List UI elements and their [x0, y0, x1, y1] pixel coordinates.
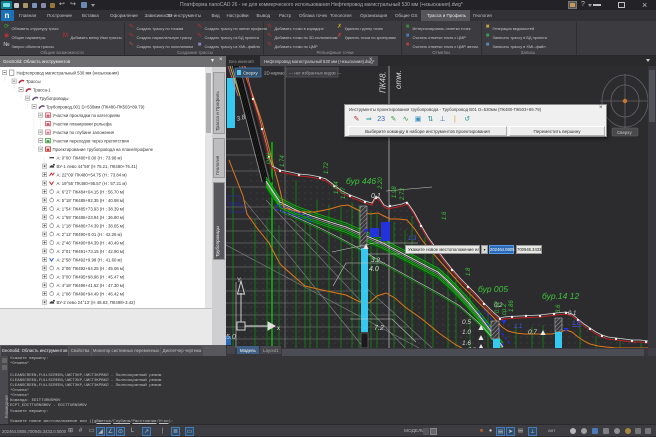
svg-text:Участки планировки рельефа: Участки планировки рельефа	[53, 121, 113, 126]
svg-text:Участки переходов через препят: Участки переходов через препятствия	[53, 138, 130, 143]
svg-text:Сверху: Сверху	[243, 71, 258, 76]
svg-text:А: 6°27' ПК484+04.15 (Н : 56.7: А: 6°27' ПК484+04.15 (Н : 56.70 м)	[57, 189, 125, 194]
svg-text:5.0: 5.0	[226, 334, 236, 341]
svg-text:0.7: 0.7	[528, 329, 537, 336]
svg-text:1.1: 1.1	[514, 324, 522, 330]
svg-text:А: 2°58' ПК492+9.98 (Н : 41.60: А: 2°58' ПК492+9.98 (Н : 41.60 м)	[57, 257, 123, 262]
svg-text:3.6: 3.6	[556, 304, 562, 313]
svg-text:А: 2°01' ПК491+73.15 (Н : 42.9: А: 2°01' ПК491+73.15 (Н : 42.90 м)	[57, 249, 125, 254]
svg-text:Сверху: Сверху	[617, 130, 632, 135]
svg-text:А: 1°59' ПК486+23.94 (Н : 36.8: А: 1°59' ПК486+23.94 (Н : 36.80 м)	[57, 215, 125, 220]
svg-text:Трубопровод,001 D=530мм (ПК480: Трубопровод,001 D=530мм (ПК480-ПК503+89.…	[46, 104, 145, 109]
svg-text:0.92: 0.92	[495, 301, 501, 313]
svg-text:А: 3°00' ПК495+98.98 (Н : 45.4: А: 3°00' ПК495+98.98 (Н : 45.47 м)	[57, 274, 125, 279]
svg-text:1.3: 1.3	[408, 236, 417, 242]
svg-text:А: 1°54' ПК485+73.93 (Н : 38.3: А: 1°54' ПК485+73.93 (Н : 38.39 м)	[57, 206, 125, 211]
svg-text:1.0: 1.0	[462, 329, 471, 336]
svg-text:1.8: 1.8	[572, 321, 581, 327]
svg-text:бур 446: бур 446	[346, 176, 376, 186]
svg-text:сущ: сущ	[266, 153, 272, 164]
svg-text:Трубопроводы: Трубопроводы	[40, 96, 69, 101]
svg-text:Y: Y	[237, 278, 241, 284]
svg-text:отм.: отм.	[394, 70, 403, 89]
svg-text:2.20: 2.20	[378, 177, 384, 190]
svg-text:1.72: 1.72	[324, 162, 330, 174]
svg-text:Нефтепровод магистральный 530: Нефтепровод магистральный 530 мм (низыск…	[17, 70, 120, 75]
svg-text:1.6: 1.6	[462, 340, 471, 347]
svg-text:А: 2°46' ПК490+84.39 (Н : 40.4: А: 2°46' ПК490+84.39 (Н : 40.49 м)	[57, 240, 125, 245]
svg-text:1.74: 1.74	[280, 155, 286, 167]
svg-text:ср.2: ср.2	[502, 303, 508, 315]
svg-text:А: 2°06' ПК492+54.25 (Н : 45.0: А: 2°06' ПК492+54.25 (Н : 45.06 м)	[57, 266, 125, 271]
svg-text:ВУ-2 лево 24°13' (Н 48.83, ПК4: ВУ-2 лево 24°13' (Н 48.83, ПК498+3.42)	[57, 300, 136, 305]
svg-text:Проектирование трубопровода на: Проектирование трубопровода на плане/про…	[53, 147, 154, 152]
svg-text:Участки прокладки по категория: Участки прокладки по категориям	[53, 113, 120, 118]
svg-text:0.1: 0.1	[371, 193, 381, 200]
svg-text:А: 19°55' ПК480+95.57 (Н : 57.: А: 19°55' ПК480+95.57 (Н : 57.21 м)	[57, 181, 128, 186]
svg-text:А: 22°09' ПК480+54.75 (Н : 73.: А: 22°09' ПК480+54.75 (Н : 73.84 м)	[57, 172, 128, 177]
svg-text:А: 1°18' ПК486+74.39 (Н : 38.6: А: 1°18' ПК486+74.39 (Н : 38.65 м)	[57, 223, 125, 228]
svg-text:А: 5°18' ПК485+92.35 (Н : 40.9: А: 5°18' ПК485+92.35 (Н : 40.98 м)	[57, 198, 125, 203]
svg-text:7.2: 7.2	[374, 325, 384, 332]
svg-text:Layout1: Layout1	[263, 348, 279, 353]
svg-text:1.6: 1.6	[442, 211, 448, 220]
svg-text:1.98: 1.98	[392, 186, 398, 198]
svg-text:ВУ-1 лево 44°59' (Н 75.21, ПК4: ВУ-1 лево 44°59' (Н 75.21, ПК480+76.41)	[57, 164, 138, 169]
svg-text:3.2: 3.2	[371, 257, 380, 264]
svg-text:А: 0°00' ПК480+0.00 (Н : 73.98: А: 0°00' ПК480+0.00 (Н : 73.98 м)	[57, 155, 123, 160]
svg-text:бур 005: бур 005	[478, 284, 508, 294]
svg-text:1.8: 1.8	[466, 267, 472, 276]
svg-text:2D-каркас: 2D-каркас	[264, 71, 285, 76]
svg-text:Модель: Модель	[240, 348, 256, 353]
svg-text:1.86: 1.86	[509, 300, 515, 312]
svg-text:0.1: 0.1	[568, 311, 576, 317]
svg-text:Трасса-1: Трасса-1	[33, 87, 51, 92]
svg-text:А: 2°12' ПК490+0.01 (Н : 42.26: А: 2°12' ПК490+0.01 (Н : 42.26 м)	[57, 232, 123, 237]
svg-text:1.П4: 1.П4	[334, 181, 340, 194]
svg-text:0.5: 0.5	[462, 319, 471, 326]
svg-text:2.73: 2.73	[400, 188, 406, 201]
svg-text:--- нет избранных видов ---: --- нет избранных видов ---	[289, 71, 342, 76]
svg-text:ПК48.: ПК48.	[379, 71, 388, 93]
svg-text:x: x	[277, 326, 280, 332]
svg-text:Участки по глубине заложения: Участки по глубине заложения	[53, 130, 115, 135]
svg-text:А: 4°18' ПК496+41.52 (Н : 47.3: А: 4°18' ПК496+41.52 (Н : 47.30 м)	[57, 283, 125, 288]
svg-text:1.07: 1.07	[341, 187, 347, 199]
svg-text:4.0: 4.0	[369, 266, 379, 273]
svg-text:А: 1°06' ПК496+94.49 (Н : 46.4: А: 1°06' ПК496+94.49 (Н : 46.42 м)	[57, 291, 125, 296]
svg-text:бур.14 12: бур.14 12	[542, 291, 579, 301]
svg-text:Трассы: Трассы	[26, 79, 41, 84]
